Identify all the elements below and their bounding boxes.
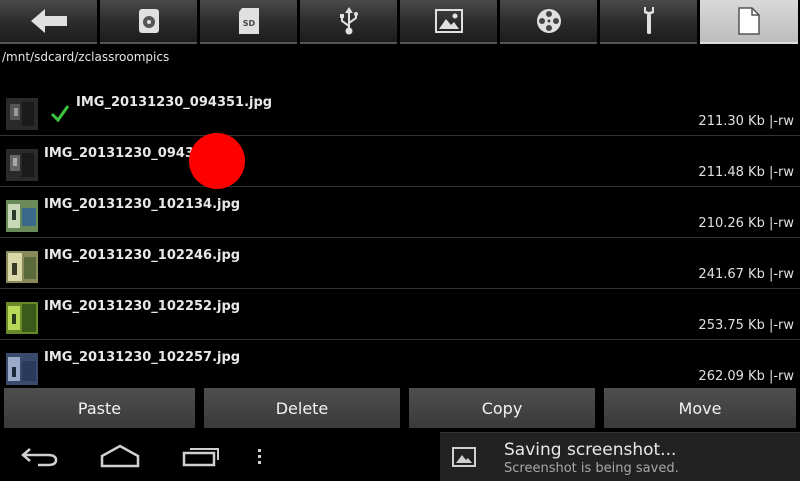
image-thumbnail-icon	[6, 98, 38, 130]
home-icon[interactable]	[100, 444, 140, 468]
file-size: 241.67 Kb |-rw	[698, 267, 794, 282]
back-button[interactable]	[0, 0, 97, 44]
file-size: 262.09 Kb |-rw	[698, 369, 794, 384]
sd-card-icon: SD	[238, 8, 259, 34]
usb-icon	[339, 7, 358, 35]
document-button[interactable]	[700, 0, 798, 44]
file-name: IMG_20131230_102246.jpg	[44, 248, 241, 263]
image-thumbnail-icon	[6, 251, 38, 283]
notification-title: Saving screenshot...	[504, 440, 677, 460]
image-thumbnail-icon	[6, 302, 38, 334]
internal-storage-icon	[138, 9, 159, 33]
usb-button[interactable]	[300, 0, 397, 44]
copy-button[interactable]: Copy	[409, 388, 595, 428]
move-button[interactable]: Move	[604, 388, 796, 428]
file-name: IMG_20131230_102134.jpg	[44, 197, 241, 212]
file-row[interactable]: IMG_20131230_102257.jpg 262.09 Kb |-rw	[0, 340, 800, 385]
file-row[interactable]: IMG_20131230_094353.jpg 211.48 Kb |-rw	[0, 136, 800, 187]
svg-text:SD: SD	[242, 19, 255, 28]
back-icon[interactable]	[20, 446, 60, 468]
image-thumbnail-icon	[6, 200, 38, 232]
file-size: 253.75 Kb |-rw	[698, 318, 794, 333]
image-thumbnail-icon	[6, 149, 38, 181]
checkmark-icon	[50, 105, 70, 123]
file-name: IMG_20131230_094351.jpg	[76, 95, 273, 110]
action-bar: Paste Delete Copy Move	[0, 388, 800, 428]
file-name: IMG_20131230_102252.jpg	[44, 299, 241, 314]
image-icon	[452, 447, 476, 467]
overflow-menu-icon[interactable]	[256, 448, 264, 466]
file-list: IMG_20131230_094351.jpg 211.30 Kb |-rw I…	[0, 85, 800, 385]
file-size: 211.30 Kb |-rw	[698, 114, 794, 129]
touch-indicator	[189, 133, 245, 189]
file-row[interactable]: IMG_20131230_102134.jpg 210.26 Kb |-rw	[0, 187, 800, 238]
video-reel-icon	[536, 9, 561, 33]
back-arrow-icon	[30, 9, 67, 33]
screenshot-notification[interactable]: Saving screenshot... Screenshot is being…	[440, 432, 800, 481]
sd-card-button[interactable]: SD	[200, 0, 297, 44]
file-row[interactable]: IMG_20131230_102252.jpg 253.75 Kb |-rw	[0, 289, 800, 340]
file-name: IMG_20131230_102257.jpg	[44, 350, 241, 365]
file-size: 210.26 Kb |-rw	[698, 216, 794, 231]
document-icon	[738, 7, 760, 35]
settings-button[interactable]	[600, 0, 697, 44]
recent-apps-icon[interactable]	[182, 445, 220, 467]
image-gallery-button[interactable]	[400, 0, 497, 44]
top-toolbar: SD	[0, 0, 800, 46]
image-thumbnail-icon	[6, 353, 38, 385]
file-row[interactable]: IMG_20131230_102246.jpg 241.67 Kb |-rw	[0, 238, 800, 289]
current-path: /mnt/sdcard/zclassroompics	[2, 50, 170, 64]
paste-button[interactable]: Paste	[4, 388, 195, 428]
wrench-icon	[643, 7, 654, 34]
internal-storage-button[interactable]	[100, 0, 197, 44]
file-row[interactable]: IMG_20131230_094351.jpg 211.30 Kb |-rw	[0, 85, 800, 136]
file-size: 211.48 Kb |-rw	[698, 165, 794, 180]
delete-button[interactable]: Delete	[204, 388, 400, 428]
notification-subtitle: Screenshot is being saved.	[504, 461, 679, 476]
video-button[interactable]	[500, 0, 597, 44]
image-gallery-icon	[434, 9, 463, 33]
